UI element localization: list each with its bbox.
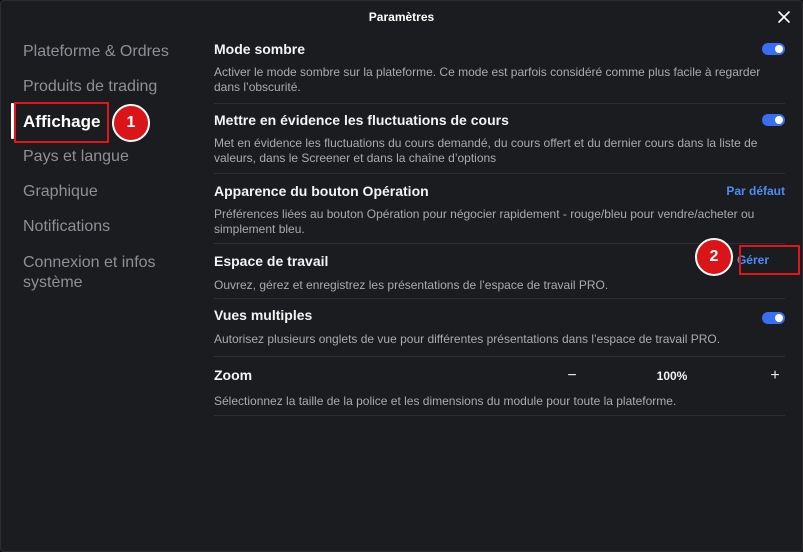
settings-dialog: Paramètres Plateforme & Ordres Produits … xyxy=(0,0,803,552)
close-icon[interactable] xyxy=(776,9,792,25)
multiple-views-toggle[interactable] xyxy=(762,312,785,324)
sidebar-item-trading-products[interactable]: Produits de trading xyxy=(23,77,157,97)
annotation-badge-1: 1 xyxy=(112,104,150,142)
setting-dark-mode: Mode sombre Activer le mode sombre sur l… xyxy=(214,35,785,104)
dark-mode-toggle[interactable] xyxy=(762,43,785,55)
setting-description: Ouvrez, gérez et enregistrez les présent… xyxy=(214,278,609,292)
setting-price-fluctuations: Mettre en évidence les fluctuations de c… xyxy=(214,104,785,174)
price-fluctuations-toggle[interactable] xyxy=(762,114,785,126)
setting-description: Activer le mode sombre sur la plateforme… xyxy=(214,65,761,94)
sidebar-item-platform-orders[interactable]: Plateforme & Ordres xyxy=(23,42,169,62)
sidebar-item-notifications[interactable]: Notifications xyxy=(23,217,110,237)
dialog-title: Paramètres xyxy=(368,10,435,24)
zoom-in-button[interactable]: + xyxy=(765,366,785,386)
sidebar-item-country-language[interactable]: Pays et langue xyxy=(23,147,129,167)
setting-description: Sélectionnez la taille de la police et l… xyxy=(214,394,677,408)
zoom-out-button[interactable]: − xyxy=(562,366,582,386)
setting-multiple-views: Vues multiples Autorisez plusieurs ongle… xyxy=(214,299,785,357)
setting-title: Apparence du bouton Opération xyxy=(214,183,429,199)
sidebar-item-chart[interactable]: Graphique xyxy=(23,182,98,202)
annotation-highlight-1 xyxy=(14,102,109,143)
setting-zoom: Zoom − 100% + Sélectionnez la taille de … xyxy=(214,357,785,416)
setting-title: Mettre en évidence les fluctuations de c… xyxy=(214,112,509,128)
operation-button-default-link[interactable]: Par défaut xyxy=(726,184,785,198)
annotation-badge-2: 2 xyxy=(695,238,733,276)
setting-description: Préférences liées au bouton Opération po… xyxy=(214,207,755,236)
sidebar-item-connection-system[interactable]: Connexion et infos système xyxy=(23,253,156,293)
setting-description: Autorisez plusieurs onglets de vue pour … xyxy=(214,332,721,346)
setting-operation-button: Apparence du bouton Opération Par défaut… xyxy=(214,174,785,244)
annotation-highlight-2 xyxy=(739,245,800,275)
setting-description: Met en évidence les fluctuations du cour… xyxy=(214,136,758,165)
setting-title: Vues multiples xyxy=(214,307,313,323)
setting-title: Zoom xyxy=(214,367,253,383)
zoom-value: 100% xyxy=(656,369,688,383)
zoom-stepper: − 100% + xyxy=(562,366,785,386)
titlebar: Paramètres xyxy=(1,1,802,35)
setting-title: Mode sombre xyxy=(214,41,306,57)
setting-title: Espace de travail xyxy=(214,253,329,269)
